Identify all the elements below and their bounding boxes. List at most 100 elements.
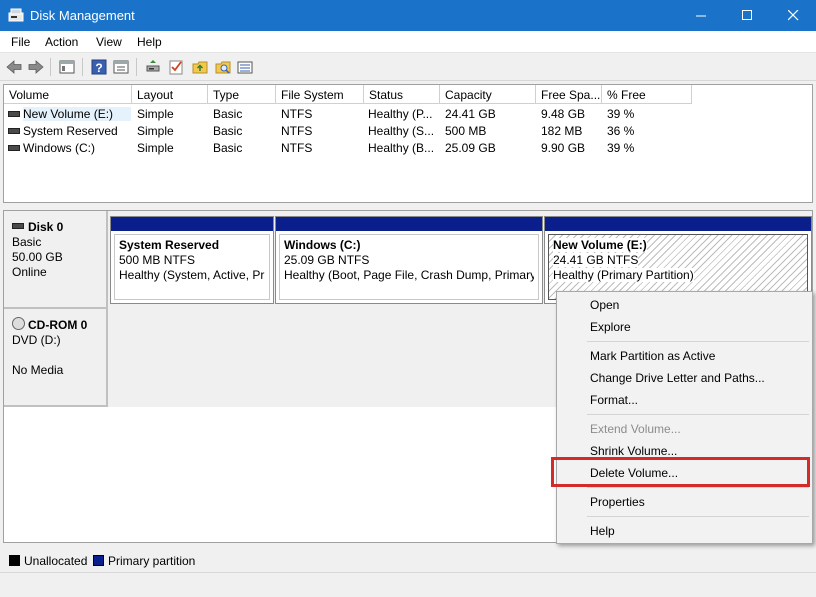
partition-size: 500 MB NTFS: [119, 253, 196, 267]
forward-arrow-icon[interactable]: [27, 58, 45, 76]
legend-primary-partition: Primary partition: [108, 554, 196, 568]
volume-type: Basic: [213, 107, 243, 121]
drive-icon: [8, 111, 20, 117]
menu-item-properties[interactable]: Properties: [557, 492, 812, 512]
disk-size: 50.00 GB: [12, 250, 63, 264]
disk-name: CD-ROM 0: [28, 318, 88, 332]
column-header-volume[interactable]: Volume: [4, 85, 132, 104]
cdrom-0-header[interactable]: CD-ROM 0 DVD (D:) No Media: [4, 309, 108, 407]
volume-type: Basic: [213, 141, 243, 155]
unallocated-swatch: [9, 555, 20, 566]
help-icon[interactable]: ?: [90, 58, 108, 76]
column-header-type[interactable]: Type: [208, 85, 276, 104]
maximize-icon: [742, 10, 752, 20]
menu-item-help[interactable]: Help: [557, 521, 812, 541]
menu-item-mark-active[interactable]: Mark Partition as Active: [557, 346, 812, 366]
volume-free-space: 9.48 GB: [541, 107, 586, 121]
volume-capacity: 500 MB: [445, 124, 487, 138]
folder-up-icon[interactable]: [191, 58, 209, 76]
partition-status: Healthy (Primary Partition): [553, 268, 694, 282]
volume-percent-free: 36 %: [607, 124, 635, 138]
drive-icon: [8, 145, 20, 151]
status-bar: [0, 572, 816, 597]
column-header-percent-free[interactable]: % Free: [602, 85, 692, 104]
menu-separator: [587, 516, 809, 517]
volume-name: Windows (C:): [23, 141, 96, 155]
rescan-disks-icon[interactable]: [144, 58, 162, 76]
volume-file-system: NTFS: [281, 124, 313, 138]
menu-item-explore[interactable]: Explore: [557, 317, 812, 337]
minimize-icon: [696, 15, 706, 17]
menu-item-format[interactable]: Format...: [557, 390, 812, 410]
disk-state: Online: [12, 265, 47, 279]
cd-icon: [12, 317, 25, 330]
delete-volume-highlight: [551, 457, 810, 487]
pane-splitter[interactable]: [0, 203, 816, 210]
volume-layout: Simple: [137, 124, 174, 138]
primary-partition-bar: [276, 217, 542, 231]
table-row[interactable]: New Volume (E:) Simple Basic NTFS Health…: [4, 105, 812, 122]
back-arrow-icon[interactable]: [5, 58, 23, 76]
volume-list[interactable]: Volume Layout Type File System Status Ca…: [3, 84, 813, 203]
volume-free-space: 9.90 GB: [541, 141, 586, 155]
partition-system-reserved[interactable]: System Reserved 500 MB NTFS Healthy (Sys…: [110, 216, 274, 304]
close-button[interactable]: [770, 0, 816, 31]
volume-layout: Simple: [137, 107, 174, 121]
partition-size: 25.09 GB NTFS: [284, 253, 370, 267]
menu-bar: File Action View Help: [0, 31, 816, 53]
column-header-capacity[interactable]: Capacity: [440, 85, 536, 104]
menu-item-open[interactable]: Open: [557, 295, 812, 315]
disk-management-icon: [8, 8, 24, 22]
menu-separator: [587, 487, 809, 488]
column-header-status[interactable]: Status: [364, 85, 440, 104]
column-header-file-system[interactable]: File System: [276, 85, 364, 104]
partition-name: Windows (C:): [284, 238, 361, 252]
volume-percent-free: 39 %: [607, 107, 635, 121]
partition-size: 24.41 GB NTFS: [553, 253, 639, 267]
minimize-button[interactable]: [678, 0, 724, 31]
volume-layout: Simple: [137, 141, 174, 155]
disk-0-header[interactable]: Disk 0 Basic 50.00 GB Online: [4, 211, 108, 309]
partition-name: New Volume (E:): [553, 238, 647, 252]
menu-separator: [587, 341, 809, 342]
legend-unallocated: Unallocated: [24, 554, 88, 568]
partition-windows-c[interactable]: Windows (C:) 25.09 GB NTFS Healthy (Boot…: [275, 216, 543, 304]
disk-state: No Media: [12, 363, 64, 377]
table-row[interactable]: Windows (C:) Simple Basic NTFS Healthy (…: [4, 139, 812, 156]
partition-name: System Reserved: [119, 238, 220, 252]
volume-percent-free: 39 %: [607, 141, 635, 155]
volume-file-system: NTFS: [281, 107, 313, 121]
toolbar-separator: [50, 58, 51, 76]
table-row[interactable]: System Reserved Simple Basic NTFS Health…: [4, 122, 812, 139]
column-header-free-space[interactable]: Free Spa...: [536, 85, 602, 104]
disk-kind: Basic: [12, 235, 42, 249]
column-header-layout[interactable]: Layout: [132, 85, 208, 104]
disk-name: Disk 0: [28, 220, 64, 234]
volume-capacity: 25.09 GB: [445, 141, 496, 155]
folder-search-icon[interactable]: [214, 58, 232, 76]
menu-view[interactable]: View: [96, 35, 122, 49]
drive-icon: [8, 128, 20, 134]
menu-item-change-drive-letter[interactable]: Change Drive Letter and Paths...: [557, 368, 812, 388]
maximize-button[interactable]: [724, 0, 770, 31]
console-tree-icon[interactable]: [58, 58, 76, 76]
disk-icon: [12, 223, 24, 229]
menu-action[interactable]: Action: [45, 35, 78, 49]
primary-partition-bar: [111, 217, 273, 231]
title-bar: Disk Management: [0, 0, 816, 31]
primary-partition-swatch: [93, 555, 104, 566]
volume-file-system: NTFS: [281, 141, 313, 155]
view-list-icon[interactable]: [236, 58, 254, 76]
properties-icon[interactable]: [112, 58, 130, 76]
volume-capacity: 24.41 GB: [445, 107, 496, 121]
context-menu: Open Explore Mark Partition as Active Ch…: [556, 291, 813, 544]
check-icon[interactable]: [167, 58, 185, 76]
menu-file[interactable]: File: [11, 35, 30, 49]
volume-type: Basic: [213, 124, 243, 138]
primary-partition-bar: [545, 217, 811, 231]
toolbar-separator: [136, 58, 137, 76]
menu-help[interactable]: Help: [137, 35, 162, 49]
volume-status: Healthy (B...: [368, 141, 435, 155]
menu-item-extend-volume: Extend Volume...: [590, 422, 681, 436]
volume-name: System Reserved: [23, 124, 118, 138]
